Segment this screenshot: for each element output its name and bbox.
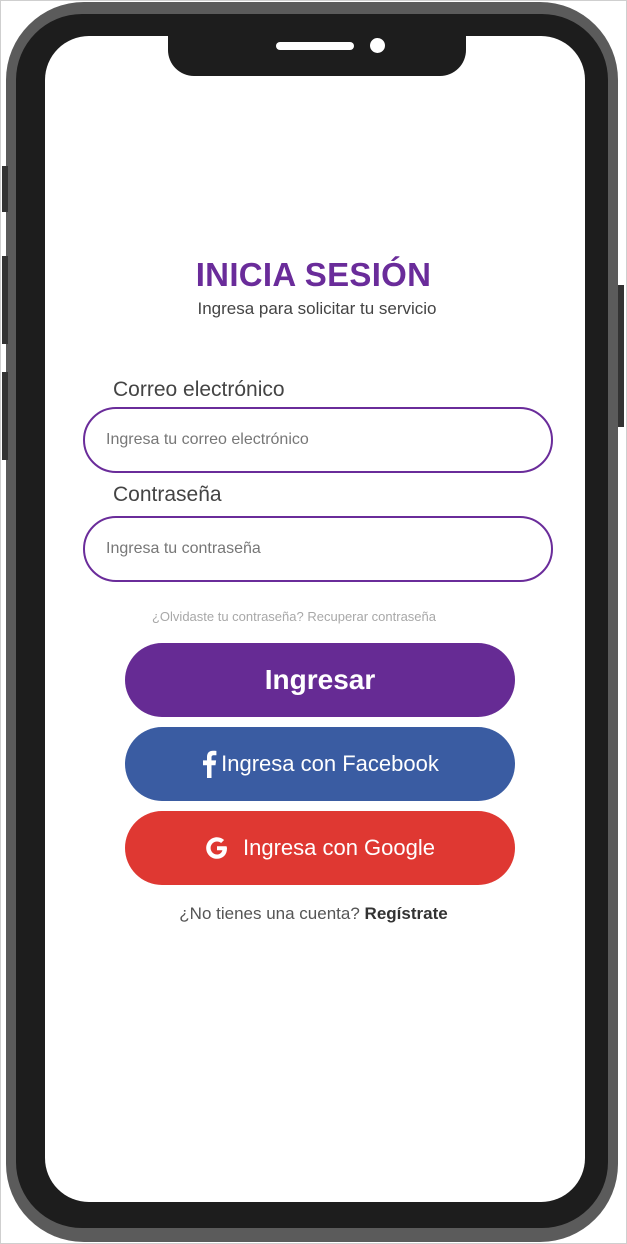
password-label: Contraseña	[113, 483, 222, 506]
facebook-icon	[201, 750, 217, 778]
page-title: INICIA SESIÓN	[195, 256, 432, 293]
page-subtitle: Ingresa para solicitar tu servicio	[197, 299, 437, 318]
forgot-password-prompt: ¿Olvidaste tu contraseña?	[151, 609, 304, 624]
google-button-label: Ingresa con Google	[242, 835, 436, 860]
email-label: Correo electrónico	[113, 378, 285, 401]
phone-side-button-silent	[2, 166, 8, 212]
register-link[interactable]: Regístrate	[365, 904, 448, 923]
google-icon	[205, 836, 229, 860]
register-prompt: ¿No tienes una cuenta? Regístrate	[0, 904, 627, 924]
password-field[interactable]	[83, 516, 553, 582]
register-question: ¿No tienes una cuenta?	[179, 904, 360, 923]
google-login-button[interactable]: Ingresa con Google	[125, 811, 515, 885]
login-button-label: Ingresar	[264, 664, 376, 695]
facebook-login-button[interactable]: Ingresa con Facebook	[125, 727, 515, 801]
recover-password-link[interactable]: Recuperar contraseña	[307, 609, 436, 624]
forgot-password-text: ¿Olvidaste tu contraseña? Recuperar cont…	[0, 609, 588, 624]
login-button[interactable]: Ingresar	[125, 643, 515, 717]
phone-side-button-volume-down	[2, 372, 8, 460]
front-camera	[370, 38, 385, 53]
phone-notch	[168, 36, 466, 76]
facebook-button-label: Ingresa con Facebook	[221, 751, 439, 776]
speaker-grille	[276, 42, 354, 50]
email-field[interactable]	[83, 407, 553, 473]
